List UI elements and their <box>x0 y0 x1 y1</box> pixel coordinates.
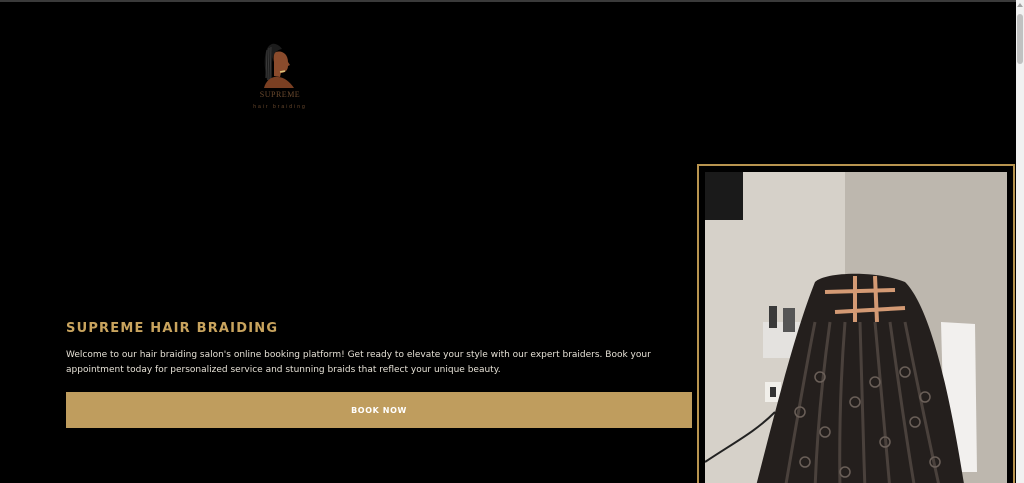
brand-tagline: hair braiding <box>253 104 307 110</box>
hero-title: SUPREME HAIR BRAIDING <box>66 321 279 336</box>
brand-name: SUPREME <box>259 90 301 99</box>
logo-silhouette-icon <box>264 43 294 88</box>
scrollbar-thumb[interactable] <box>1017 14 1023 64</box>
book-now-button[interactable]: BOOK NOW <box>66 392 692 428</box>
brand-logo[interactable]: SUPREME hair braiding <box>240 40 320 114</box>
braids-photo-illustration <box>705 172 1007 483</box>
page-scrollbar[interactable] <box>1016 0 1024 483</box>
scroll-up-arrow-icon[interactable] <box>1017 3 1023 7</box>
top-border <box>0 0 1016 2</box>
hero-description: Welcome to our hair braiding salon's onl… <box>66 350 651 375</box>
hero-photo-frame <box>697 164 1015 483</box>
braids-photo <box>705 172 1007 483</box>
